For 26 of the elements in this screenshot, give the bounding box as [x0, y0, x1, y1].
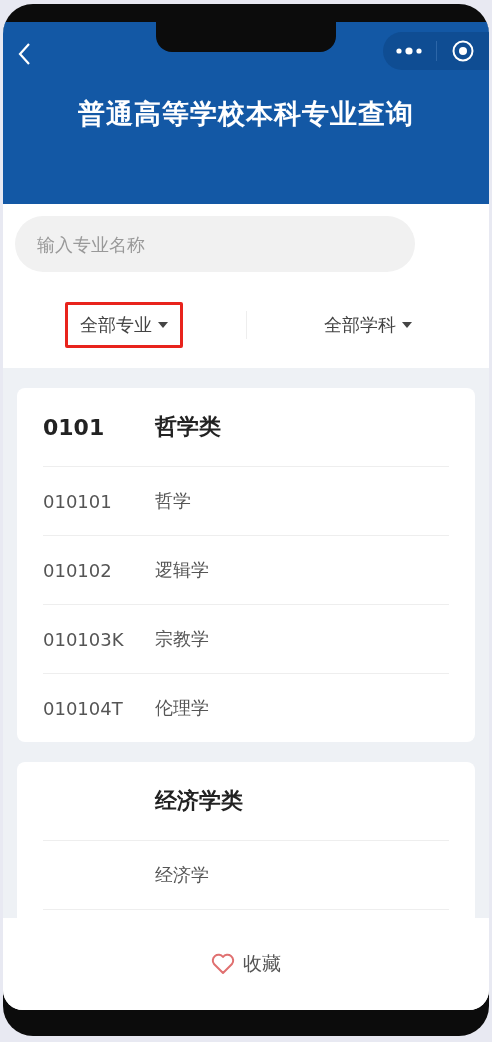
major-row[interactable]: 010102 逻辑学 [43, 536, 449, 605]
filter-dropdown[interactable]: 全部专业 [65, 302, 184, 348]
major-row[interactable]: 010103K 宗教学 [43, 605, 449, 674]
favorite-button[interactable]: 收藏 [205, 950, 287, 978]
caret-icon [158, 322, 169, 328]
major-row[interactable]: 经济学 [43, 841, 449, 910]
major-code: 010101 [43, 490, 112, 512]
caret-icon [401, 322, 412, 328]
category-name: 哲学类 [155, 413, 221, 441]
search-field[interactable]: 输入专业名称 [15, 216, 415, 272]
major-name: 宗教学 [155, 627, 209, 651]
major-name: 逻辑学 [155, 558, 209, 582]
category-code: 0101 [43, 414, 105, 440]
page-title: 普通高等学校本科专业查询 [78, 97, 414, 131]
major-row[interactable]: 010101 哲学 [43, 467, 449, 536]
major-code: 010103K [43, 628, 124, 650]
major-code: 010104T [43, 697, 123, 719]
heart-icon [211, 953, 235, 975]
major-name: 伦理学 [155, 696, 209, 720]
back-icon[interactable] [17, 42, 31, 66]
major-name: 哲学 [155, 489, 191, 513]
filter-dropdown[interactable]: 全部学科 [308, 302, 427, 348]
major-row[interactable]: 010104T 伦理学 [43, 674, 449, 742]
category-name: 经济学类 [155, 787, 243, 815]
major-code: 010102 [43, 559, 112, 581]
major-name: 经济学 [155, 863, 209, 887]
